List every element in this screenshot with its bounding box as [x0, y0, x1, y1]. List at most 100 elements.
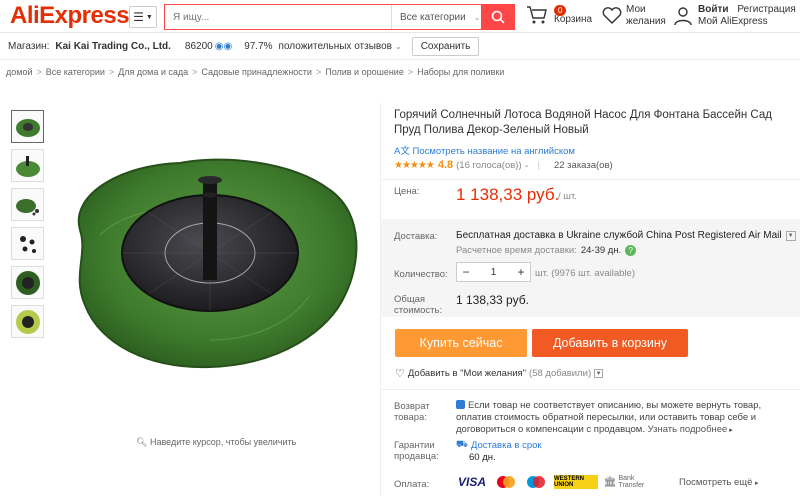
maestro-icon: [527, 476, 545, 488]
learn-more-link[interactable]: Узнать подробнее: [648, 424, 728, 435]
add-to-cart-button[interactable]: Добавить в корзину: [532, 329, 688, 357]
cart-button[interactable]: 0 Корзина: [526, 4, 592, 26]
my-aliexpress-link[interactable]: Мой AliExpress: [698, 16, 796, 28]
total-label-line1: Общая: [394, 294, 426, 305]
thumbnail[interactable]: [11, 188, 44, 221]
search-category-select[interactable]: Все категории ⌄: [391, 5, 481, 29]
save-store-button[interactable]: Сохранить: [411, 36, 480, 56]
return-policy: Если товар не соответствует описанию, вы…: [456, 400, 762, 435]
translate-icon: A文: [394, 146, 410, 157]
thumbnail[interactable]: [11, 266, 44, 299]
thumbnail[interactable]: [11, 149, 44, 182]
search-icon: [491, 10, 505, 24]
top-header: AliExpress ☰▼ Все категории ⌄ 0 Корзина …: [0, 0, 800, 33]
breadcrumb-garden-supplies[interactable]: Садовые принадлежности: [201, 67, 312, 77]
total-label: Общая стоимость:: [394, 294, 442, 316]
store-medal-icon: ◉◉: [214, 40, 233, 52]
guarantee-label-line1: Гарантии: [394, 440, 435, 451]
login-link[interactable]: Войти: [698, 4, 729, 15]
mastercard-icon: [497, 476, 515, 488]
return-shield-icon: [456, 400, 465, 409]
thumbnail[interactable]: [11, 305, 44, 338]
wishlist-count: (58 добавили): [529, 368, 592, 379]
store-positive-label[interactable]: положительных отзывов: [279, 41, 392, 52]
delivery-time-value: 24-39 дн.: [580, 245, 622, 256]
chevron-down-icon: ▼: [145, 13, 153, 21]
rating-stars-icon: ★★★★★: [394, 159, 435, 171]
product-info-panel: Горячий Солнечный Лотоса Водяной Насос Д…: [380, 103, 800, 496]
payment-methods: VISA WESTERN UNION 🏛︎ Bank Transfer: [456, 475, 644, 489]
product-main-image[interactable]: [60, 135, 370, 375]
product-rating[interactable]: ★★★★★ 4.8 (16 голоса(ов)) ⌄ | 22 заказа(…: [394, 159, 613, 171]
zoom-hint: 🔍︎ Наведите курсор, чтобы увеличить: [136, 437, 296, 448]
divider: [381, 389, 800, 390]
chevron-down-icon: ▼: [785, 230, 796, 241]
register-link[interactable]: Регистрация: [737, 4, 795, 15]
quantity-increase-button[interactable]: +: [512, 265, 530, 279]
add-to-wishlist-text: Добавить в "Мои желания": [407, 368, 527, 379]
quantity-available: шт. (9976 шт. available): [535, 268, 635, 279]
wishlist-label-1: Мои: [626, 4, 646, 15]
breadcrumb-all-categories[interactable]: Все категории: [46, 67, 105, 77]
translate-title-text: Посмотреть название на английском: [412, 146, 575, 157]
total-price: 1 138,33 руб.: [456, 293, 529, 307]
truck-icon: ⛟: [456, 439, 468, 450]
cart-icon: [527, 6, 547, 24]
chevron-down-icon: ⌄: [394, 41, 402, 51]
store-name-link[interactable]: Kai Kai Trading Co., Ltd.: [55, 41, 171, 52]
more-payments-link[interactable]: Посмотреть ещё ▸: [679, 477, 759, 488]
chevron-down-icon: ▼: [594, 369, 604, 378]
price-label: Цена:: [394, 186, 420, 197]
breadcrumb-home-garden[interactable]: Для дома и сада: [118, 67, 188, 77]
search-input[interactable]: [165, 5, 391, 29]
western-union-icon: WESTERN UNION: [554, 475, 598, 489]
rating-value: 4.8: [437, 159, 454, 171]
total-label-line2: стоимость:: [394, 305, 443, 316]
delivery-time-label: Расчетное время доставки:: [456, 245, 577, 256]
store-score: 86200: [184, 40, 213, 52]
categories-menu-button[interactable]: ☰ ▼: [129, 6, 157, 28]
bank-transfer-icon: 🏛︎ Bank Transfer: [603, 475, 645, 489]
thumbnail[interactable]: [11, 227, 44, 260]
product-price: 1 138,33 руб.: [456, 185, 560, 204]
bank-transfer-label: Bank Transfer: [618, 475, 645, 489]
wishlist-button[interactable]: Мои желания: [602, 4, 666, 28]
translate-title-link[interactable]: A文 Посмотреть название на английском: [394, 143, 575, 157]
hamburger-icon: ☰: [133, 10, 144, 24]
buy-now-button[interactable]: Купить сейчас: [395, 329, 527, 357]
search-category-label: Все категории: [400, 11, 466, 23]
return-label-line2: товара:: [394, 412, 427, 423]
breadcrumb-home[interactable]: домой: [6, 67, 32, 77]
chevron-down-icon: ⌄: [473, 12, 481, 22]
search-bar: Все категории ⌄: [164, 4, 515, 30]
help-icon[interactable]: ?: [625, 245, 637, 256]
add-to-wishlist-link[interactable]: ♡ Добавить в "Мои желания" (58 добавили)…: [395, 367, 604, 380]
divider: [381, 179, 800, 180]
quantity-input[interactable]: 1: [475, 267, 512, 278]
guarantee-days: 60 дн.: [469, 452, 496, 463]
orders-count: 22 заказа(ов): [553, 159, 613, 171]
magnifier-icon: 🔍︎: [136, 437, 148, 447]
wishlist-label-2: желания: [626, 16, 666, 27]
delivery-label: Доставка:: [394, 231, 438, 242]
quantity-decrease-button[interactable]: −: [457, 265, 475, 279]
breadcrumb-watering[interactable]: Полив и орошение: [325, 67, 404, 77]
breadcrumb: домой > Все категории > Для дома и сада > С…: [6, 67, 505, 77]
aliexpress-logo[interactable]: AliExpress: [10, 2, 130, 30]
payment-label: Оплата:: [394, 479, 430, 490]
search-button[interactable]: [481, 5, 514, 29]
guarantee-delivery-text: Доставка в срок: [470, 439, 542, 451]
chevron-down-icon: ⌄: [523, 162, 530, 169]
breadcrumb-watering-kits[interactable]: Наборы для поливки: [417, 67, 504, 77]
thumbnail-list: [11, 110, 44, 344]
account-menu[interactable]: Войти Регистрация Мой AliExpress: [674, 4, 796, 28]
delivery-option[interactable]: Бесплатная доставка в Ukraine службой Ch…: [456, 230, 796, 241]
product-title: Горячий Солнечный Лотоса Водяной Насос Д…: [394, 109, 772, 136]
quantity-label: Количество:: [394, 269, 448, 280]
store-positive-percent: 97.7%: [244, 40, 273, 52]
zoom-hint-text: Наведите курсор, чтобы увеличить: [149, 437, 297, 447]
heart-icon: [602, 7, 622, 24]
thumbnail[interactable]: [11, 110, 44, 143]
delivery-time: Расчетное время доставки: 24-39 дн. ?: [456, 245, 637, 256]
more-payments-text: Посмотреть ещё: [679, 477, 753, 488]
